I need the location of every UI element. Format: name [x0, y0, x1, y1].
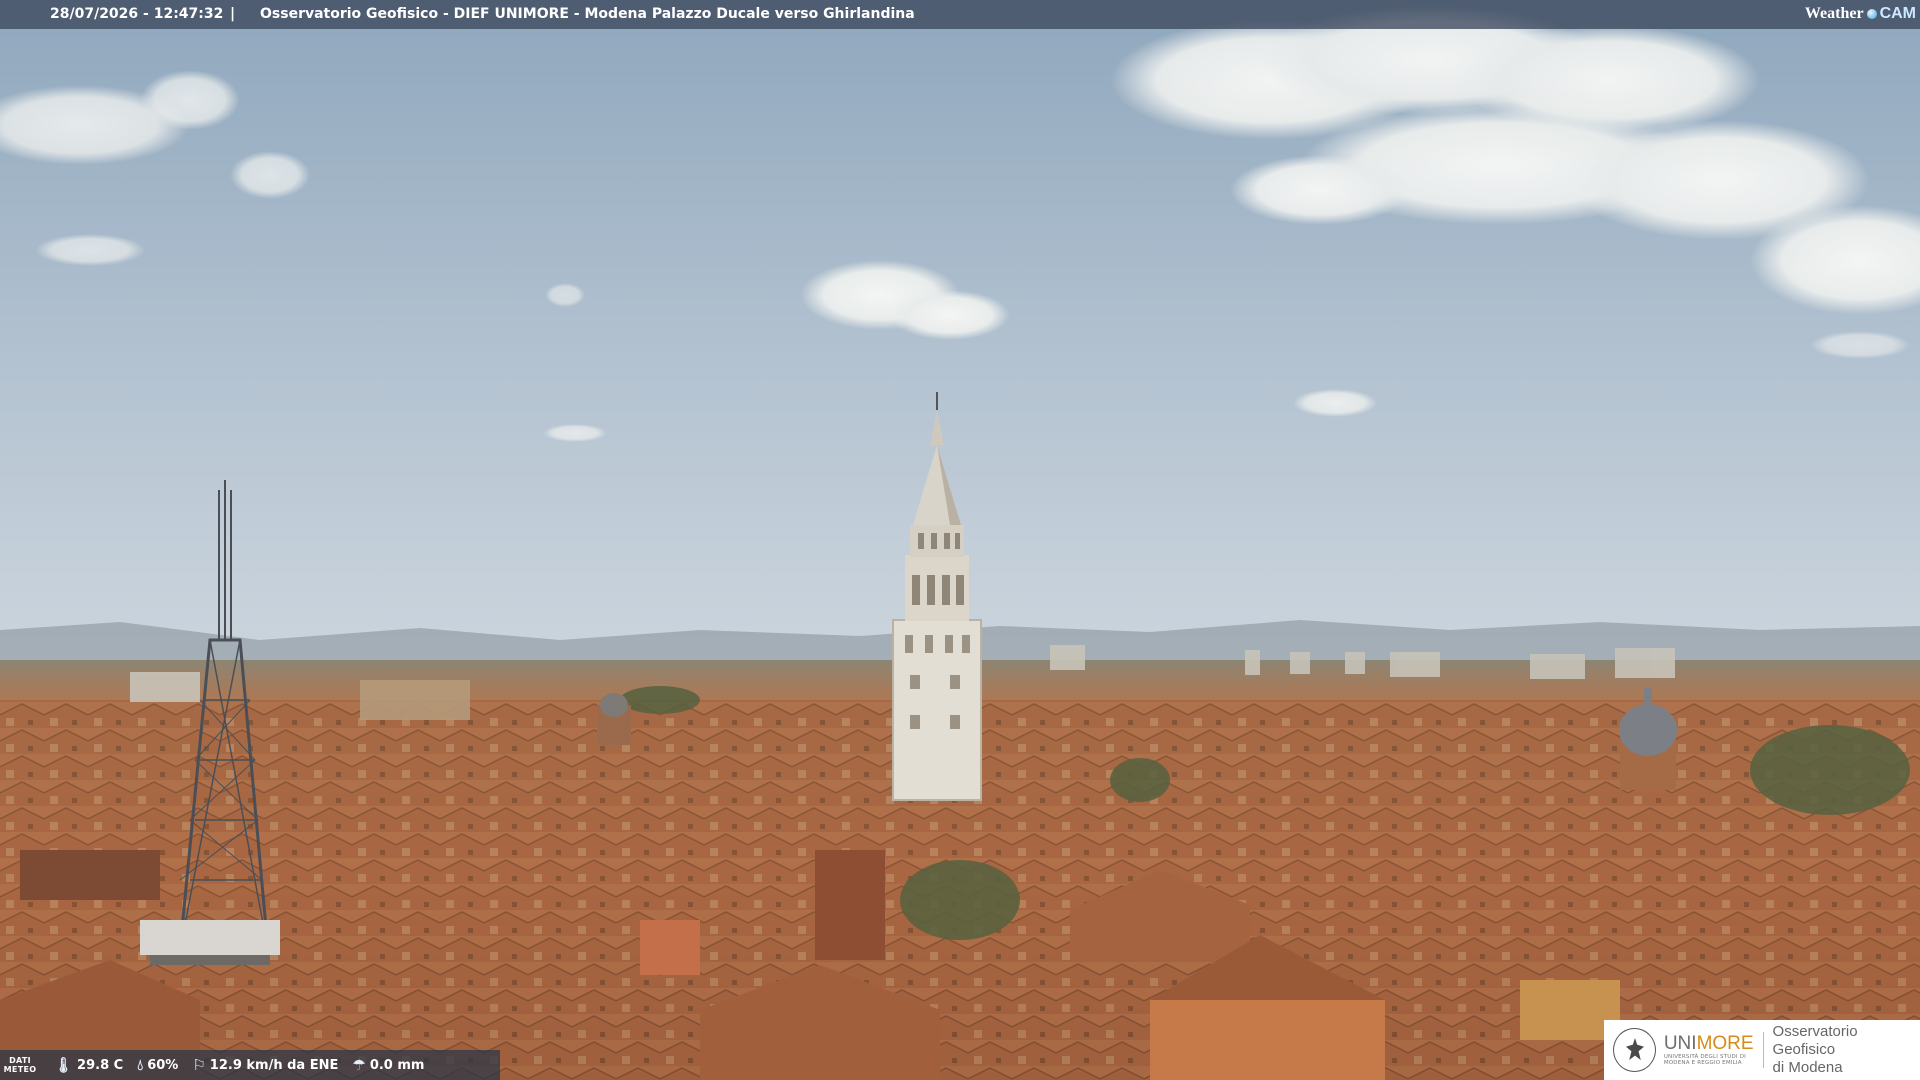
observatory-name: Osservatorio Geofisico di Modena [1773, 1023, 1920, 1077]
brand-weather: Weather [1804, 5, 1864, 22]
brand-dot-icon [1866, 9, 1877, 19]
observatory-line1: Osservatorio Geofisico [1772, 1023, 1858, 1058]
unimore-sub2: MODENA E REGGIO EMILIA [1663, 1060, 1742, 1066]
rain-value: 0.0 mm [369, 1057, 425, 1073]
observatory-line2: di Modena [1772, 1059, 1843, 1076]
thermometer-icon: 🌡︎ [54, 1055, 74, 1074]
rain-gauge-icon: ☂ [352, 1055, 366, 1074]
brand-cam: CAM [1879, 5, 1916, 22]
unimore-name: UNIMORE [1664, 1034, 1754, 1054]
weathercam-logo: Weather CAM [1805, 4, 1916, 24]
unimore-suffix: MORE [1696, 1033, 1754, 1054]
meteo-label-line2: METEO [3, 1065, 37, 1074]
humidity-readout: 💧︎ 60% [137, 1055, 179, 1074]
unimore-wordmark: UNIMORE UNIVERSITÀ DEGLI STUDI DI MODENA… [1663, 1034, 1754, 1067]
meteo-label: DATI METEO [0, 1056, 40, 1074]
info-bar: 28/07/2026 - 12:47:32 | Osservatorio Geo… [0, 0, 1920, 29]
wind-value: 12.9 km/h da ENE [209, 1057, 339, 1073]
webcam-photo [0, 0, 1920, 1080]
temperature-value: 29.8 C [77, 1057, 124, 1073]
logo-divider [1762, 1032, 1764, 1068]
rain-readout: ☂ 0.0 mm [352, 1055, 425, 1074]
humidity-value: 60% [147, 1057, 179, 1073]
weather-data-strip: DATI METEO 🌡︎ 29.8 C 💧︎ 60% ⚐ 12.9 km/h … [0, 1050, 500, 1080]
location-title: Osservatorio Geofisico - DIEF UNIMORE - … [260, 6, 915, 22]
windsock-icon: ⚐ [192, 1055, 206, 1074]
unimore-logo-box: UNIMORE UNIVERSITÀ DEGLI STUDI DI MODENA… [1604, 1020, 1920, 1080]
timestamp: 28/07/2026 - 12:47:32 [50, 6, 224, 22]
temperature-readout: 🌡︎ 29.8 C [54, 1055, 124, 1074]
separator: | [230, 6, 236, 22]
drop-icon: 💧︎ [137, 1055, 144, 1074]
wind-readout: ⚐ 12.9 km/h da ENE [192, 1055, 339, 1074]
university-seal-icon [1613, 1028, 1656, 1072]
meteo-label-line1: DATI [9, 1056, 31, 1065]
unimore-prefix: UNI [1663, 1033, 1697, 1054]
